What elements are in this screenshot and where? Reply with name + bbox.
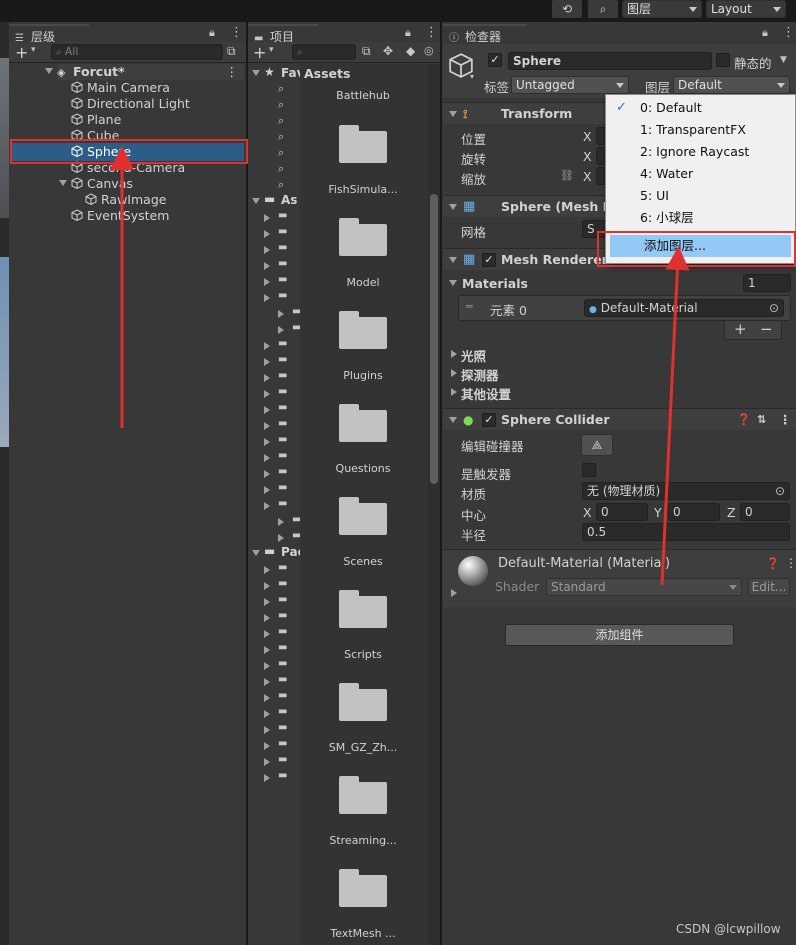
arrow-to-add-layer xyxy=(660,246,690,586)
annotation-arrows xyxy=(110,146,690,586)
watermark: CSDN @lcwpillow xyxy=(676,922,781,936)
